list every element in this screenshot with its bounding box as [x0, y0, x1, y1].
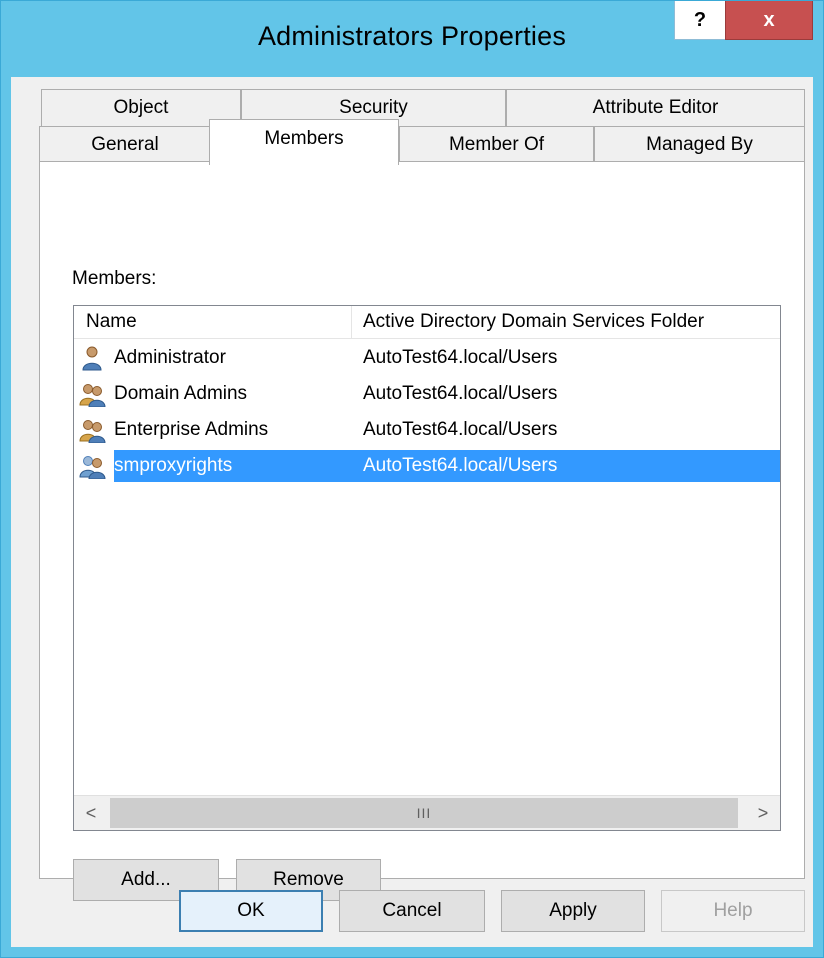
member-folder: AutoTest64.local/Users [363, 419, 558, 440]
list-item[interactable]: Enterprise Admins AutoTest64.local/Users [74, 412, 780, 448]
tab-general[interactable]: General [39, 126, 211, 162]
column-header-folder[interactable]: Active Directory Domain Services Folder [352, 306, 778, 338]
group-icon [79, 381, 106, 408]
member-name: smproxyrights [114, 455, 233, 476]
close-button[interactable]: x [725, 1, 813, 40]
scroll-thumb[interactable]: III [110, 798, 738, 828]
members-label: Members: [72, 268, 157, 289]
tab-members[interactable]: Members [209, 119, 399, 165]
title-bar[interactable]: Administrators Properties ? x [1, 1, 823, 77]
list-item-selected[interactable]: smproxyrights AutoTest64.local/Users [74, 448, 780, 484]
column-header-name[interactable]: Name [74, 306, 352, 338]
list-rows: Administrator AutoTest64.local/Users Dom… [74, 340, 780, 484]
scroll-right-button[interactable]: > [746, 796, 780, 830]
scroll-grip: III [416, 805, 432, 821]
list-header: Name Active Directory Domain Services Fo… [74, 306, 780, 339]
member-name: Enterprise Admins [114, 419, 269, 440]
ok-button[interactable]: OK [179, 890, 323, 932]
horizontal-scrollbar[interactable]: < III > [74, 795, 780, 830]
member-name: Domain Admins [114, 383, 248, 404]
dialog-body: Object Security Attribute Editor General… [11, 77, 813, 947]
list-item[interactable]: Administrator AutoTest64.local/Users [74, 340, 780, 376]
member-name: Administrator [114, 347, 226, 368]
scroll-left-button[interactable]: < [74, 796, 108, 830]
tab-attribute-editor[interactable]: Attribute Editor [506, 89, 805, 126]
member-folder: AutoTest64.local/Users [363, 347, 558, 368]
group-icon [79, 453, 106, 480]
properties-dialog: Administrators Properties ? x Object Sec… [0, 0, 824, 958]
members-tab-panel: Members: Name Active Directory Domain Se… [39, 161, 805, 901]
group-icon [79, 417, 106, 444]
members-list[interactable]: Name Active Directory Domain Services Fo… [73, 305, 781, 831]
apply-button[interactable]: Apply [501, 890, 645, 932]
help-button[interactable]: Help [661, 890, 805, 932]
user-icon [79, 345, 106, 371]
member-folder: AutoTest64.local/Users [363, 383, 558, 404]
member-folder: AutoTest64.local/Users [363, 455, 558, 476]
tab-member-of[interactable]: Member Of [399, 126, 594, 162]
cancel-button[interactable]: Cancel [339, 890, 485, 932]
help-title-button[interactable]: ? [674, 1, 726, 40]
list-item[interactable]: Domain Admins AutoTest64.local/Users [74, 376, 780, 412]
tab-managed-by[interactable]: Managed By [594, 126, 805, 162]
